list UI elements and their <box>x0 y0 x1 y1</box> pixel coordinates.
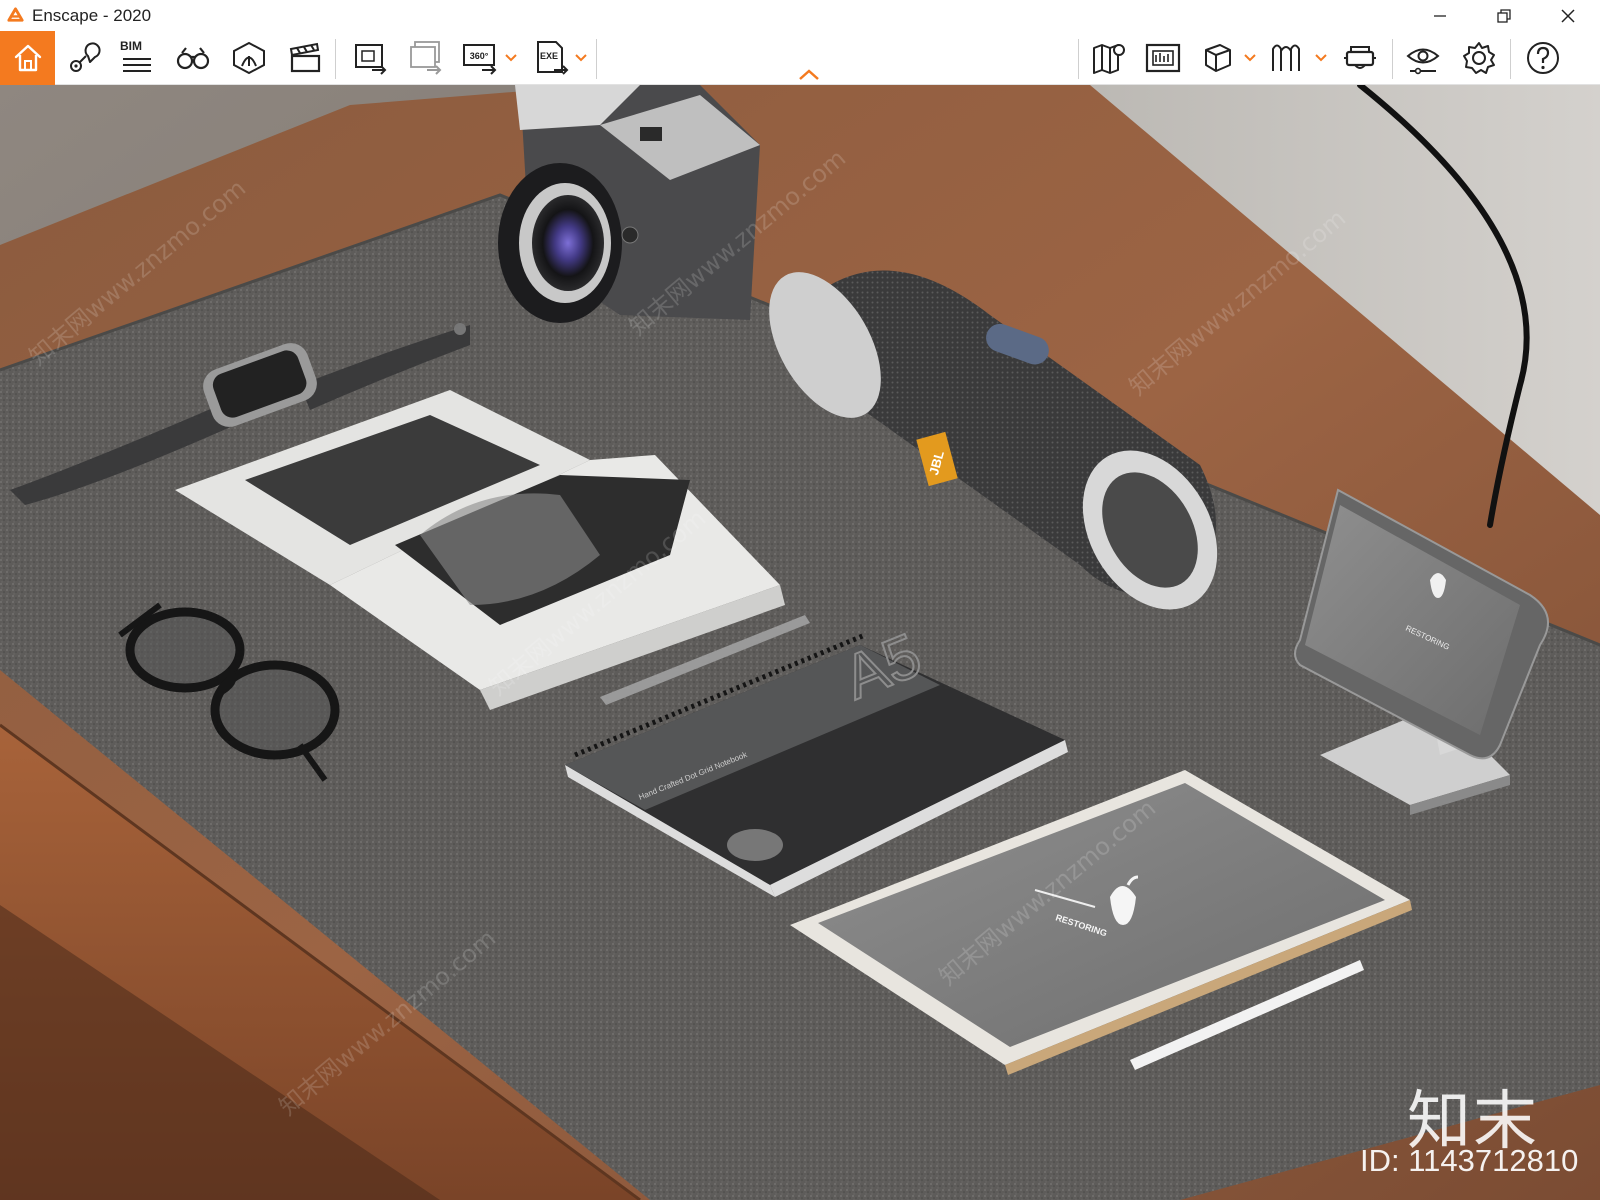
batch-render-icon <box>410 41 442 75</box>
title-bar: Enscape - 2020 <box>0 0 1600 31</box>
enscape-logo-icon <box>7 7 24 22</box>
toolbar-separator <box>335 39 336 79</box>
close-icon <box>1561 8 1575 23</box>
atmosphere-icon <box>233 41 265 75</box>
home-icon <box>14 44 41 72</box>
render-image-button[interactable] <box>348 36 394 80</box>
image-id-label: ID: 1143712810 <box>1360 1143 1579 1178</box>
render-image-icon <box>355 44 387 75</box>
restore-icon <box>1497 8 1511 23</box>
minimize-icon <box>1434 14 1446 17</box>
map-icon <box>1093 44 1125 74</box>
location-pin-icon <box>70 42 101 72</box>
atmosphere-button[interactable] <box>226 36 272 80</box>
panorama-dropdown-caret[interactable] <box>504 51 518 65</box>
map-button[interactable] <box>1086 36 1132 80</box>
material-icon <box>1145 43 1181 73</box>
export-exe-icon: EXE <box>537 41 569 75</box>
collapse-toolbar-chevron-icon[interactable] <box>796 67 822 83</box>
material-editor-button[interactable] <box>1140 36 1186 80</box>
eye-settings-icon <box>1406 48 1440 75</box>
video-editor-button[interactable] <box>282 36 328 80</box>
binoculars-icon <box>176 47 210 70</box>
asset-library-button[interactable] <box>1194 36 1240 80</box>
export-label: EXE <box>540 51 558 61</box>
render-viewport[interactable]: JBL A5 Hand Crafted Dot Grid Notebook RE… <box>0 85 1600 1200</box>
minimize-button[interactable] <box>1416 0 1464 31</box>
chevron-down-icon <box>575 54 587 62</box>
chevron-down-icon <box>505 54 517 62</box>
home-button[interactable] <box>0 31 55 85</box>
scene-render: JBL A5 Hand Crafted Dot Grid Notebook RE… <box>0 85 1600 1200</box>
general-settings-button[interactable] <box>1456 36 1502 80</box>
restore-button[interactable] <box>1480 0 1528 31</box>
views-button[interactable] <box>61 36 107 80</box>
collaboration-button[interactable] <box>1264 36 1310 80</box>
toolbar-separator <box>596 39 597 79</box>
help-button[interactable] <box>1520 36 1566 80</box>
camera <box>498 85 760 323</box>
close-button[interactable] <box>1544 0 1592 31</box>
render-panorama-button[interactable]: 360° <box>458 36 504 80</box>
panorama-360-icon: 360° <box>463 44 497 75</box>
walk-mode-button[interactable] <box>170 36 216 80</box>
export-dropdown-caret[interactable] <box>574 51 588 65</box>
vr-headset-button[interactable] <box>1337 36 1383 80</box>
window-title: Enscape - 2020 <box>32 6 152 25</box>
toolbar-separator <box>1078 39 1079 79</box>
export-button[interactable]: EXE <box>528 36 574 80</box>
panorama-label: 360° <box>470 51 489 61</box>
enscape-toolbar: BIM 360° EXE <box>0 31 1600 85</box>
gear-icon <box>1463 42 1495 74</box>
toolbar-separator <box>1510 39 1511 79</box>
batch-render-button[interactable] <box>403 36 449 80</box>
cube-icon <box>1205 44 1231 72</box>
chevron-down-icon <box>1244 54 1256 62</box>
asset-library-dropdown-caret[interactable] <box>1243 51 1257 65</box>
toolbar-separator <box>1392 39 1393 79</box>
clapperboard-icon <box>289 42 321 73</box>
collaboration-dropdown-caret[interactable] <box>1314 51 1328 65</box>
bim-label: BIM <box>120 39 142 53</box>
visual-settings-button[interactable] <box>1400 36 1446 80</box>
vr-headset-icon <box>1344 46 1376 69</box>
chevron-down-icon <box>1315 54 1327 62</box>
help-icon <box>1527 42 1559 74</box>
people-icon <box>1272 44 1300 71</box>
